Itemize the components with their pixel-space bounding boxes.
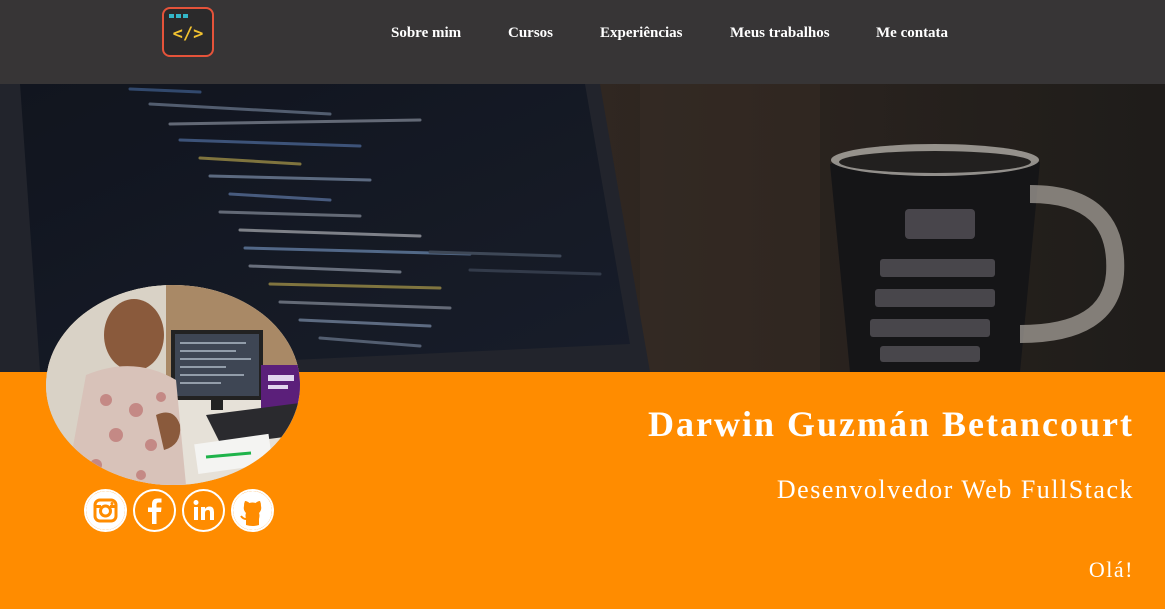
- instagram-icon[interactable]: [84, 489, 127, 532]
- instagram-glyph: [86, 491, 125, 530]
- page: </> Sobre mim Cursos Experiências Meus t…: [0, 0, 1165, 609]
- profile-greeting: Olá!: [1088, 557, 1134, 582]
- nav-link-cursos[interactable]: Cursos: [508, 25, 553, 42]
- linkedin-glyph: [193, 500, 214, 520]
- linkedin-icon[interactable]: [182, 489, 225, 532]
- profile-name: Darwin Guzmán Betancourt: [648, 404, 1134, 444]
- logo-dot: [176, 14, 181, 18]
- logo[interactable]: </>: [162, 7, 214, 57]
- logo-dot: [169, 14, 174, 18]
- facebook-glyph: [148, 498, 162, 524]
- nav-link-meus-trabalhos[interactable]: Meus trabalhos: [730, 25, 830, 42]
- github-icon[interactable]: [231, 489, 274, 532]
- profile-role: Desenvolvedor Web FullStack: [776, 475, 1134, 504]
- logo-dot: [183, 14, 188, 18]
- nav-link-experiencias[interactable]: Experiências: [600, 25, 683, 42]
- logo-code-text: </>: [172, 24, 204, 44]
- avatar: [46, 285, 300, 485]
- navbar: </> Sobre mim Cursos Experiências Meus t…: [0, 0, 1165, 84]
- nav-link-me-contata[interactable]: Me contata: [876, 25, 948, 42]
- nav-link-sobre-mim[interactable]: Sobre mim: [391, 25, 461, 42]
- facebook-icon[interactable]: [133, 489, 176, 532]
- avatar-photo: [46, 285, 300, 485]
- github-glyph: [233, 491, 272, 530]
